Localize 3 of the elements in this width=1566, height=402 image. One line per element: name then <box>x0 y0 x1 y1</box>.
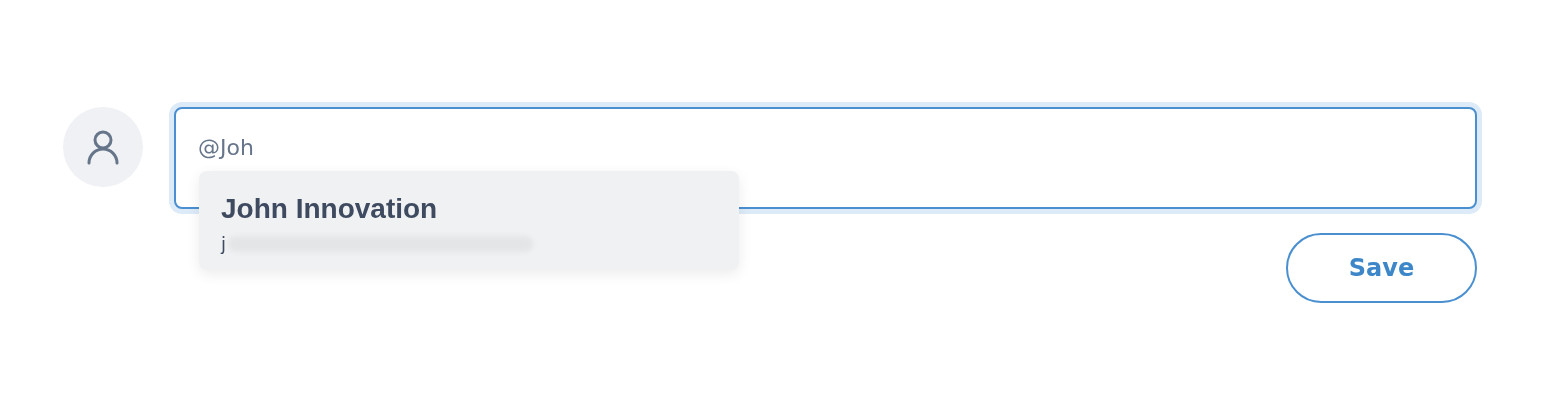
suggestion-email: j <box>221 233 226 254</box>
suggestion-item[interactable]: John Innovation j <box>199 171 739 270</box>
save-button[interactable]: Save <box>1286 233 1477 303</box>
